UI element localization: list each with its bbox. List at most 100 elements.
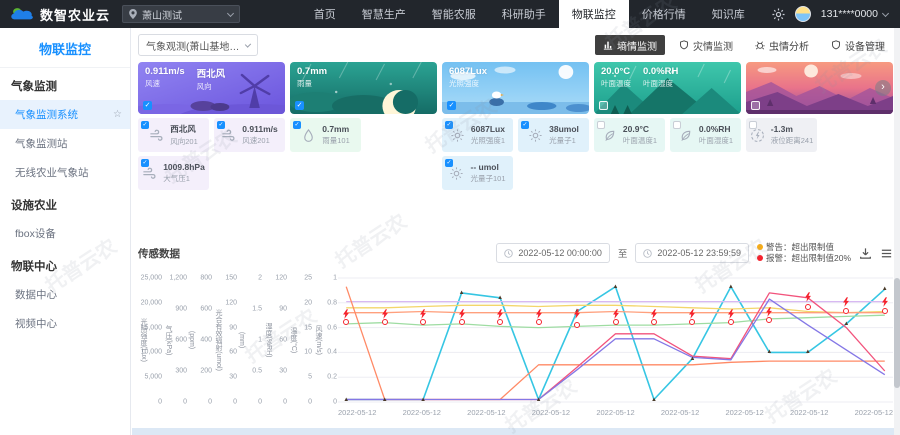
- chip-checkbox[interactable]: ✓: [445, 121, 453, 129]
- settings-gear-icon[interactable]: [772, 8, 785, 21]
- card-metric: 0.0%RH叶面湿度: [643, 66, 678, 89]
- chip-checkbox[interactable]: [597, 121, 605, 129]
- alert-circle-icon: [843, 308, 849, 314]
- drop-icon: [301, 128, 316, 143]
- y-axis-tick: 0: [183, 399, 187, 406]
- legend-label: 警告：超出限制值: [766, 242, 834, 252]
- location-select[interactable]: 萧山测试: [122, 5, 240, 23]
- sensor-chip-风速201[interactable]: ✓ 0.911m/s风速201: [214, 118, 285, 152]
- sensor-chip-光照强度1[interactable]: ✓ 6087Lux光照强度1: [442, 118, 513, 152]
- sidebar-item-fbox设备[interactable]: fbox设备: [0, 219, 130, 248]
- chart-header: 传感数据 2022-05-12 00:00:00 至: [138, 242, 893, 264]
- carousel-next-button[interactable]: ›: [875, 80, 891, 96]
- card-metric: 20.0°C叶面温度: [601, 66, 631, 89]
- toolbar-button-虫情分析[interactable]: 虫情分析: [747, 35, 817, 55]
- y-axis-tick: 5: [308, 374, 312, 381]
- sidebar-item-气象监测系统[interactable]: 气象监测系统 ☆: [0, 100, 130, 129]
- x-axis-tick: 2022-05-12: [790, 408, 828, 417]
- toolbar-button-墒情监测[interactable]: 墒情监测: [595, 35, 665, 55]
- sensor-chip-叶面湿度1[interactable]: 0.0%RH叶面湿度1: [670, 118, 741, 152]
- legend-dot: [757, 244, 763, 250]
- card-checkbox[interactable]: ✓: [295, 101, 304, 110]
- nav-item-知识库[interactable]: 知识库: [699, 0, 758, 28]
- toolbar-button-设备管理[interactable]: 设备管理: [823, 35, 893, 55]
- chip-checkbox[interactable]: ✓: [217, 121, 225, 129]
- card-checkbox[interactable]: [599, 101, 608, 110]
- vertical-scrollbar[interactable]: [894, 28, 900, 435]
- y-axis-tick: 90: [229, 324, 237, 331]
- metric-value: 西北风: [197, 66, 226, 80]
- nav-item-首页[interactable]: 首页: [301, 0, 349, 28]
- card-checkbox[interactable]: ✓: [143, 101, 152, 110]
- y-axis-(mm): (mm)21.510.50: [238, 274, 263, 406]
- legend-dot: [757, 255, 763, 261]
- chip-text: 0.911m/s风速201: [242, 124, 277, 146]
- sensor-chip-光量子101[interactable]: ✓-- umol光量子101: [442, 156, 513, 190]
- y-axis-tick: 120: [225, 299, 237, 306]
- chip-checkbox[interactable]: ✓: [141, 159, 149, 167]
- chip-text: 20.9°C叶面温度1: [623, 124, 657, 146]
- sidebar-item-数据中心[interactable]: 数据中心: [0, 280, 130, 309]
- y-axis-tick: 15,000: [141, 324, 162, 331]
- nav-item-物联监控[interactable]: 物联监控: [559, 0, 629, 28]
- alert-circle-icon: [805, 304, 811, 310]
- card-checkbox[interactable]: [751, 101, 760, 110]
- leaf-icon: [678, 128, 693, 143]
- nav-item-智能农服[interactable]: 智能农服: [419, 0, 489, 28]
- clock-icon: [643, 249, 652, 258]
- scrollbar-thumb[interactable]: [894, 278, 900, 388]
- data-point-triangle-marker: ▲: [766, 349, 772, 355]
- sensor-chip-雨量101[interactable]: ✓0.7mm雨量101: [290, 118, 361, 152]
- download-icon[interactable]: [859, 247, 872, 260]
- x-axis-tick: 2022-05-12: [725, 408, 763, 417]
- sidebar-item-无线农业气象站[interactable]: 无线农业气象站: [0, 158, 130, 187]
- y-axis-tick: 5,000: [144, 374, 162, 381]
- sidebar-item-视频中心[interactable]: 视频中心: [0, 309, 130, 338]
- chip-text: 西北风风向201: [170, 123, 198, 147]
- list-menu-icon[interactable]: [880, 247, 893, 260]
- sensor-chip-风向201[interactable]: ✓ 西北风风向201: [138, 118, 209, 152]
- chart-title: 传感数据: [138, 246, 180, 261]
- card-checkbox[interactable]: ✓: [447, 101, 456, 110]
- y-axis-tick: 1.5: [252, 305, 262, 312]
- sensor-chip-液位距离241[interactable]: -1.3m液位距离241: [746, 118, 817, 152]
- user-menu[interactable]: 131****0000: [795, 6, 900, 22]
- chip-checkbox[interactable]: ✓: [141, 121, 149, 129]
- sensor-chip-光量子1[interactable]: ✓38umol光量子1: [518, 118, 589, 152]
- nav-item-科研助手[interactable]: 科研助手: [489, 0, 559, 28]
- chip-checkbox[interactable]: [749, 121, 757, 129]
- weather-card-4[interactable]: 20.0°C叶面温度 0.0%RH叶面湿度: [594, 62, 741, 114]
- chart-icon: [603, 40, 613, 50]
- favorite-star-icon[interactable]: ☆: [113, 109, 122, 120]
- data-point-triangle-marker: ▲: [651, 397, 657, 403]
- weather-card-2[interactable]: 0.7mm雨量✓: [290, 62, 437, 114]
- weather-card-3[interactable]: 6087Lux光照强度 ✓: [442, 62, 589, 114]
- chip-text: 6087Lux光照强度1: [471, 124, 505, 146]
- sidebar-item-label: 气象监测系统: [15, 107, 78, 122]
- chip-checkbox[interactable]: [673, 121, 681, 129]
- chip-checkbox[interactable]: ✓: [445, 159, 453, 167]
- sensor-chip-大气压1[interactable]: ✓ 1009.8hPa大气压1: [138, 156, 209, 190]
- brand: 数智农业云: [0, 5, 122, 24]
- weather-card-1[interactable]: 0.911m/s风速西北风风向✓: [138, 62, 285, 114]
- data-point-triangle-marker: ▲: [843, 321, 849, 327]
- card-metrics: 6087Lux光照强度: [449, 66, 487, 89]
- toolbar-button-label: 设备管理: [845, 38, 885, 53]
- date-from-input[interactable]: 2022-05-12 00:00:00: [496, 243, 610, 263]
- weather-card-5[interactable]: [746, 62, 893, 114]
- chip-value: 6087Lux: [471, 124, 505, 134]
- chip-checkbox[interactable]: ✓: [293, 121, 301, 129]
- nav-item-价格行情[interactable]: 价格行情: [629, 0, 699, 28]
- alert-circle-icon: [459, 319, 465, 325]
- date-to-input[interactable]: 2022-05-12 23:59:59: [635, 243, 749, 263]
- nav-item-智慧生产[interactable]: 智慧生产: [349, 0, 419, 28]
- chip-checkbox[interactable]: ✓: [521, 121, 529, 129]
- sensor-chip-叶面温度1[interactable]: 20.9°C叶面温度1: [594, 118, 665, 152]
- chip-text: 1009.8hPa大气压1: [163, 162, 205, 184]
- station-select[interactable]: 气象观测(萧山基地研发用地块): [138, 34, 258, 56]
- data-point-triangle-marker: ▲: [343, 397, 349, 403]
- y-axis-tick: 10,000: [141, 349, 162, 356]
- chip-value: 38umol: [549, 124, 579, 134]
- sidebar-item-气象监测站[interactable]: 气象监测站: [0, 129, 130, 158]
- toolbar-button-灾情监测[interactable]: 灾情监测: [671, 35, 741, 55]
